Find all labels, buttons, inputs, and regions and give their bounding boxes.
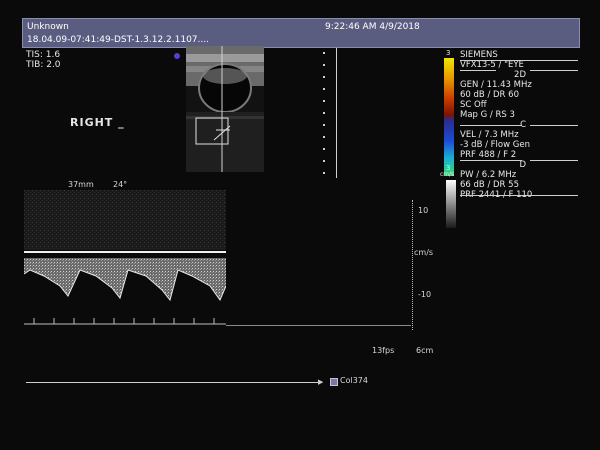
cine-frame-label: Col374 xyxy=(340,376,368,385)
panel-separator xyxy=(530,125,578,126)
panel-separator xyxy=(530,70,578,71)
exam-datetime: 9:22:46 AM 4/9/2018 xyxy=(325,22,420,32)
cine-buffer-icon xyxy=(330,378,338,386)
mode-2d-label: 2D xyxy=(514,70,526,80)
mode-2d-header: 2D xyxy=(460,70,578,80)
mode-d-line-2: 66 dB / DR 55 xyxy=(460,180,519,190)
study-id: 18.04.09-07:41:49-DST-1.3.12.2.1107.... xyxy=(27,35,209,45)
depth-label: 37mm xyxy=(68,180,94,189)
mode-d-label: D xyxy=(519,160,526,170)
panel-separator xyxy=(460,60,578,61)
cine-timeline[interactable] xyxy=(26,382,318,383)
panel-separator xyxy=(460,70,496,71)
mode-c-line-2: -3 dB / Flow Gen xyxy=(460,140,530,150)
color-scale-bar xyxy=(444,58,454,180)
mode-d-line-1: PW / 6.2 MHz xyxy=(460,170,517,180)
angle-label: 24° xyxy=(113,180,128,189)
panel-separator xyxy=(460,195,578,196)
mode-2d-line-3: SC Off xyxy=(460,100,487,110)
mode-c-line-1: VEL / 7.3 MHz xyxy=(460,130,519,140)
frame-rate: 13fps xyxy=(372,346,395,355)
depth-scale xyxy=(322,48,326,178)
mode-2d-line-1: GEN / 11.43 MHz xyxy=(460,80,532,90)
side-annotation: RIGHT _ xyxy=(70,116,125,129)
mode-d-header: D xyxy=(460,160,578,170)
probe-preset: VFX13-5 / "EYE xyxy=(460,60,524,70)
orientation-marker-icon xyxy=(174,53,180,59)
colorbar-unit: cm/s xyxy=(440,171,455,178)
velocity-upper-tick: 10 xyxy=(418,206,429,215)
panel-separator xyxy=(460,160,522,161)
velocity-marker-line xyxy=(336,48,337,178)
cine-play-icon[interactable]: ▶ xyxy=(318,378,326,386)
colorbar-top-mark: 3 xyxy=(446,49,451,57)
mode-2d-line-4: Map G / RS 3 xyxy=(460,110,515,120)
time-axis xyxy=(226,325,411,326)
gray-scale-bar xyxy=(446,180,456,228)
mode-2d-line-2: 60 dB / DR 60 xyxy=(460,90,519,100)
info-header-bar: Unknown 9:22:46 AM 4/9/2018 18.04.09-07:… xyxy=(22,18,580,48)
panel-separator xyxy=(460,125,522,126)
velocity-unit: cm/s xyxy=(414,248,434,257)
tis-value: TIS: 1.6 xyxy=(26,50,61,60)
velocity-scale-axis xyxy=(412,200,417,330)
spectral-doppler-trace xyxy=(23,190,227,326)
panel-separator xyxy=(530,160,578,161)
patient-name: Unknown xyxy=(27,22,69,32)
mode-c-line-3: PRF 488 / F 2 xyxy=(460,150,517,160)
depth-value: 6cm xyxy=(416,346,434,355)
tib-value: TIB: 2.0 xyxy=(26,60,61,70)
vendor-name: SIEMENS xyxy=(460,50,498,60)
bmode-image xyxy=(186,46,264,172)
velocity-lower-tick: -10 xyxy=(418,290,432,299)
